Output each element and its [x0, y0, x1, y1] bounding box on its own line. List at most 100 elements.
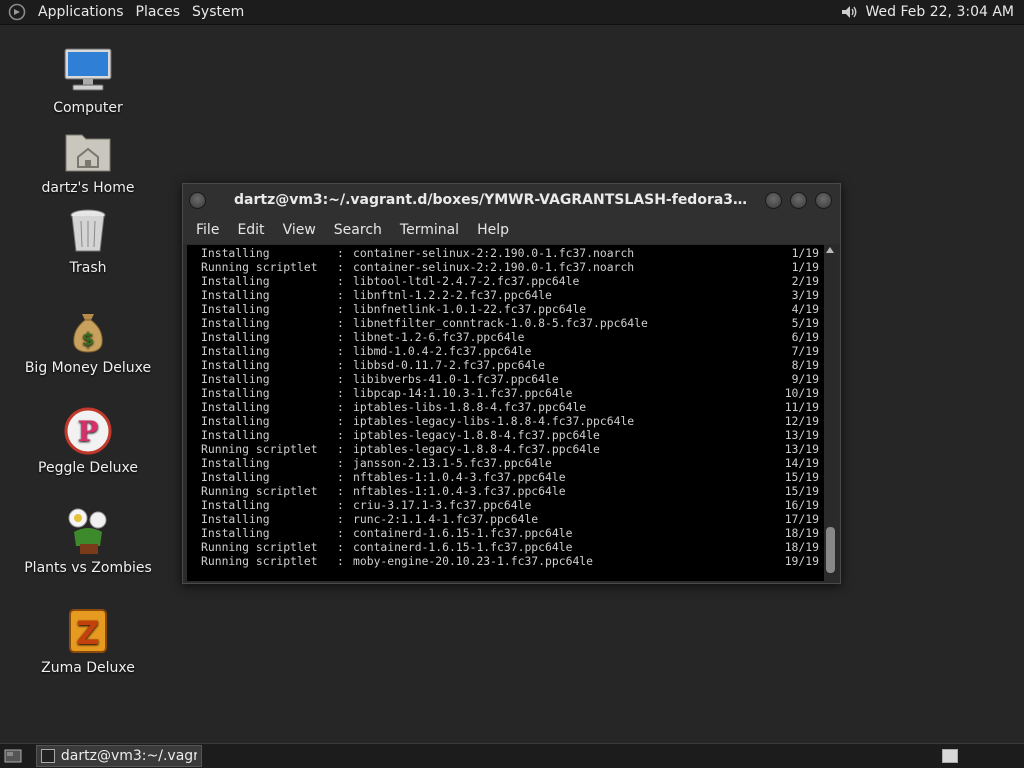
line-separator: : [337, 246, 344, 260]
terminal-line: Installing: libmd-1.0.4-2.fc37.ppc64le 7/1… [201, 344, 821, 358]
terminal-line: Installing: container-selinux-2:2.190.0-1… [201, 246, 821, 260]
line-package: nftables-1:1.0.4-3.fc37.ppc64le [353, 484, 566, 498]
line-package: runc-2:1.1.4-1.fc37.ppc64le [353, 512, 539, 526]
taskbar-label: dartz@vm3:~/.vagra... [60, 748, 197, 764]
desktop-icon-home[interactable]: dartz's Home [18, 125, 158, 196]
places-menu[interactable]: Places [130, 4, 187, 20]
zuma-icon: Z [62, 605, 114, 657]
line-action: Running scriptlet [201, 442, 318, 456]
fedora-logo-icon[interactable] [6, 1, 28, 23]
line-separator: : [337, 330, 344, 344]
terminal-line: Installing: runc-2:1.1.4-1.fc37.ppc64le 17… [201, 512, 821, 526]
line-count: 16/19 [784, 498, 819, 512]
line-separator: : [337, 554, 344, 568]
top-panel: Applications Places System Wed Feb 22, 3… [0, 0, 1024, 25]
line-action: Installing [201, 330, 270, 344]
desktop-icon-label: Computer [53, 100, 123, 116]
menu-help[interactable]: Help [468, 222, 518, 238]
line-package: containerd-1.6.15-1.fc37.ppc64le [353, 540, 573, 554]
line-separator: : [337, 260, 344, 274]
line-action: Installing [201, 358, 270, 372]
menu-view[interactable]: View [274, 222, 325, 238]
line-count: 3/19 [791, 288, 819, 302]
line-package: libibverbs-41.0-1.fc37.ppc64le [353, 372, 559, 386]
line-action: Installing [201, 428, 270, 442]
clock[interactable]: Wed Feb 22, 3:04 AM [860, 4, 1024, 20]
terminal-line: Installing: libtool-ltdl-2.4.7-2.fc37.ppc… [201, 274, 821, 288]
line-separator: : [337, 358, 344, 372]
line-package: libpcap-14:1.10.3-1.fc37.ppc64le [353, 386, 573, 400]
system-menu[interactable]: System [186, 4, 250, 20]
desktop-icon-peggle[interactable]: P Peggle Deluxe [18, 405, 158, 476]
scrollbar[interactable] [824, 245, 837, 581]
close-button[interactable] [815, 191, 832, 209]
svg-text:P: P [77, 415, 98, 448]
workspace-switcher[interactable] [942, 749, 958, 763]
desktop-icon-zuma[interactable]: Z Zuma Deluxe [18, 605, 158, 676]
line-separator: : [337, 414, 344, 428]
scroll-thumb[interactable] [826, 527, 835, 573]
line-count: 7/19 [791, 344, 819, 358]
line-count: 18/19 [784, 526, 819, 540]
line-action: Installing [201, 372, 270, 386]
line-count: 1/19 [791, 246, 819, 260]
line-action: Installing [201, 526, 270, 540]
minimize-button[interactable] [765, 191, 782, 209]
menu-edit[interactable]: Edit [228, 222, 273, 238]
terminal-line: Installing: libbsd-0.11.7-2.fc37.ppc64le 8… [201, 358, 821, 372]
window-menu-button[interactable] [189, 191, 206, 209]
speaker-icon[interactable] [838, 1, 860, 23]
panel-menus: Applications Places System [32, 0, 250, 25]
terminal-line: Installing: libnfnetlink-1.0.1-22.fc37.pp… [201, 302, 821, 316]
applications-menu[interactable]: Applications [32, 4, 130, 20]
desktop-icon-big-money[interactable]: $ Big Money Deluxe [18, 305, 158, 376]
line-separator: : [337, 288, 344, 302]
line-separator: : [337, 484, 344, 498]
line-count: 9/19 [791, 372, 819, 386]
line-action: Installing [201, 512, 270, 526]
line-action: Installing [201, 274, 270, 288]
terminal-output[interactable]: Installing: container-selinux-2:2.190.0-1… [187, 245, 837, 581]
line-package: moby-engine-20.10.23-1.fc37.ppc64le [353, 554, 594, 568]
line-package: libbsd-0.11.7-2.fc37.ppc64le [353, 358, 546, 372]
line-count: 8/19 [791, 358, 819, 372]
line-count: 1/19 [791, 260, 819, 274]
menu-search[interactable]: Search [325, 222, 391, 238]
line-count: 13/19 [784, 428, 819, 442]
line-action: Installing [201, 288, 270, 302]
line-separator: : [337, 386, 344, 400]
line-action: Running scriptlet [201, 484, 318, 498]
desktop-icon-plants-vs-zombies[interactable]: Plants vs Zombies [18, 505, 158, 576]
menu-file[interactable]: File [187, 222, 228, 238]
taskbar-terminal-button[interactable]: dartz@vm3:~/.vagra... [36, 745, 202, 767]
line-package: libnetfilter_conntrack-1.0.8-5.fc37.ppc6… [353, 316, 648, 330]
line-action: Installing [201, 246, 270, 260]
line-separator: : [337, 442, 344, 456]
line-count: 15/19 [784, 484, 819, 498]
line-package: iptables-legacy-1.8.8-4.fc37.ppc64le [353, 428, 600, 442]
line-action: Installing [201, 456, 270, 470]
svg-text:Z: Z [76, 614, 99, 652]
line-separator: : [337, 274, 344, 288]
maximize-button[interactable] [790, 191, 807, 209]
terminal-line: Running scriptlet: container-selinux-2:2.… [201, 260, 821, 274]
line-count: 10/19 [784, 386, 819, 400]
computer-icon [62, 45, 114, 97]
desktop-icon-trash[interactable]: Trash [18, 205, 158, 276]
line-separator: : [337, 400, 344, 414]
line-action: Running scriptlet [201, 554, 318, 568]
show-desktop-icon[interactable] [2, 745, 24, 767]
window-titlebar[interactable]: dartz@vm3:~/.vagrant.d/boxes/YMWR-VAGRAN… [183, 184, 840, 216]
desktop-icon-label: Plants vs Zombies [24, 560, 152, 576]
desktop-icon-computer[interactable]: Computer [18, 45, 158, 116]
line-count: 12/19 [784, 414, 819, 428]
line-package: criu-3.17.1-3.fc37.ppc64le [353, 498, 532, 512]
line-separator: : [337, 512, 344, 526]
line-count: 17/19 [784, 512, 819, 526]
terminal-line: Installing: iptables-libs-1.8.8-4.fc37.pp… [201, 400, 821, 414]
scroll-up-arrow-icon[interactable] [826, 247, 834, 253]
line-count: 2/19 [791, 274, 819, 288]
menu-terminal[interactable]: Terminal [391, 222, 468, 238]
line-separator: : [337, 540, 344, 554]
home-folder-icon [62, 125, 114, 177]
